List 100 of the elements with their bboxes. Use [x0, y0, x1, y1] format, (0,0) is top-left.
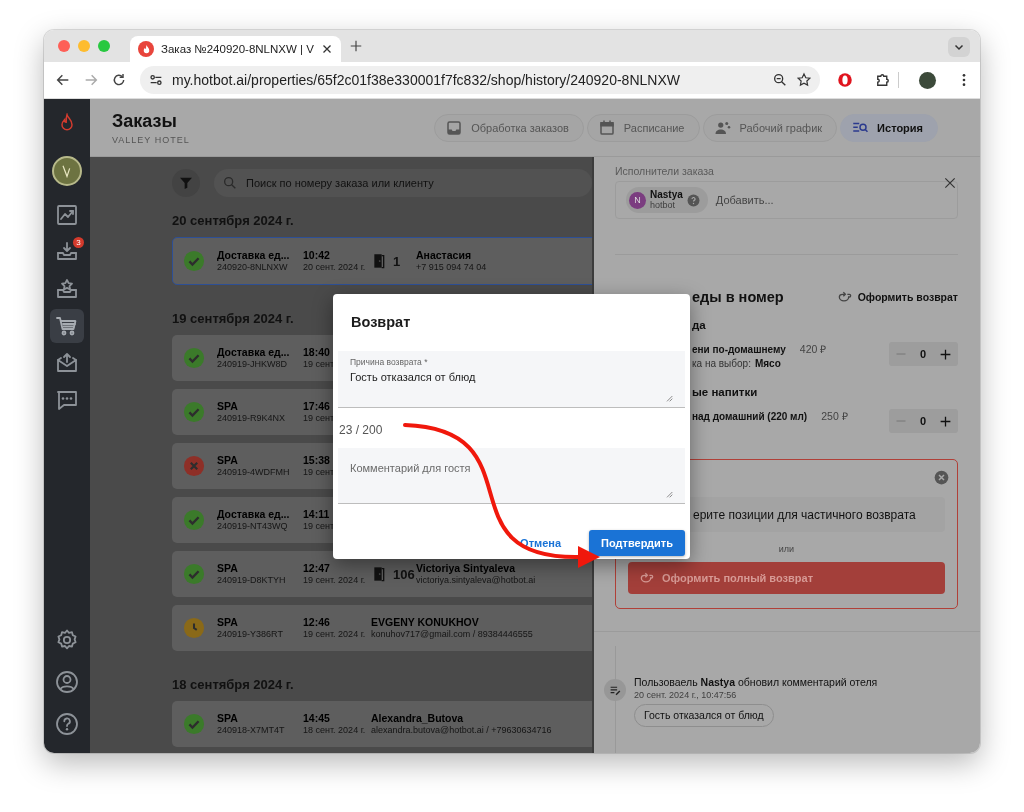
- avatar[interactable]: [919, 71, 936, 89]
- item-option: ка на выбор: Мясо: [692, 357, 889, 371]
- puzzle-icon: [874, 71, 892, 89]
- star-icon: [796, 72, 812, 88]
- quantity-value: 0: [919, 415, 927, 427]
- separator-text: или: [778, 544, 795, 554]
- quantity-stepper[interactable]: 0: [889, 342, 958, 366]
- order-code: 240919-D8KTYH: [217, 574, 286, 586]
- tab-title: Заказ №240920-8NLNXW | V: [161, 43, 314, 55]
- field-label: Причина возврата *: [350, 357, 429, 367]
- order-time: 14:11: [303, 508, 330, 520]
- service-name: Доставка ед...: [217, 249, 290, 261]
- quantity-stepper[interactable]: 0: [889, 409, 958, 433]
- service-name: SPA: [217, 454, 238, 466]
- field-placeholder: Добавить...: [715, 194, 774, 206]
- settings-icon: [55, 628, 79, 652]
- page-title: Заказы: [112, 110, 178, 132]
- quantity-value: 0: [919, 348, 927, 360]
- order-time: 18:40: [303, 346, 330, 358]
- search-placeholder: Поиск по номеру заказа или клиенту: [246, 177, 434, 189]
- order-code: 240919-4WDFMH: [217, 466, 290, 478]
- browser-tab[interactable]: Заказ №240920-8NLNXW | V: [130, 36, 341, 62]
- envelope-icon: [55, 350, 79, 375]
- client-contact: +7 915 094 74 04: [416, 261, 487, 273]
- nav-tab[interactable]: Рабочий график: [702, 113, 838, 142]
- order-code: 240919-R9K4NX: [217, 412, 286, 424]
- tray-star-icon: [55, 276, 79, 301]
- order-code: 240919-JHKW8D: [217, 358, 288, 370]
- order-time: 10:42: [303, 249, 330, 261]
- client-contact: alexandra.butova@hotbot.ai / +79630634716: [371, 724, 552, 736]
- service-name: Доставка ед...: [217, 346, 290, 358]
- section-title: еды в номер: [692, 289, 785, 305]
- help-icon: [55, 712, 79, 736]
- date-heading: 20 сентября 2024 г.: [172, 212, 294, 230]
- field-placeholder: Комментарий для гостя: [350, 462, 472, 474]
- order-time: 17:46: [303, 400, 330, 412]
- service-name: SPA: [217, 712, 238, 724]
- chevron-icon[interactable]: [948, 37, 970, 57]
- confirm-button[interactable]: Подтвердить: [589, 530, 685, 556]
- door-icon: [371, 252, 387, 270]
- service-name: SPA: [217, 616, 238, 628]
- client-name: EVGENY KONUKHOV: [371, 616, 479, 628]
- reason-field[interactable]: Причина возврата * Гость отказался от блюд: [338, 351, 685, 408]
- address-bar[interactable]: my.hotbot.ai/properties/65f2c01f38e330001f7fc832/shop/history/240920-8NLNXW: [140, 66, 820, 94]
- opera-icon: [836, 71, 854, 89]
- door-icon: [371, 565, 387, 583]
- client-name: Alexandra_Butova: [371, 712, 464, 724]
- room-number: 106: [393, 566, 415, 582]
- order-time: 14:45: [303, 712, 330, 724]
- order-code: 240920-8NLNXW: [217, 261, 288, 273]
- order-code: 240919-NT43WQ: [217, 520, 288, 532]
- search-field[interactable]: Поиск по номеру заказа или клиенту: [214, 169, 592, 197]
- client-contact: victoriya.sintyaleva@hotbot.ai: [416, 574, 536, 586]
- dialog-title: Возврат: [350, 313, 412, 331]
- client-name: Victoriya Sintyaleva: [416, 562, 516, 574]
- nav-tab[interactable]: Обработка заказов: [434, 113, 584, 142]
- refund-link[interactable]: Оформить возврат: [835, 289, 958, 305]
- client-name: Анастасия: [416, 249, 471, 261]
- item-name: над домашний (220 мл): [692, 411, 808, 422]
- date-heading: 19 сентября 2024 г.: [172, 310, 294, 328]
- executor-org: hotbot: [650, 200, 676, 210]
- help-icon: [686, 193, 700, 207]
- tray-icon: [445, 118, 464, 137]
- zoom-icon: [772, 72, 788, 88]
- field-label: Исполнители заказа: [615, 165, 715, 177]
- resize-handle-icon: [665, 490, 673, 498]
- executor-name: Nastya: [650, 190, 683, 200]
- order-time: 12:46: [303, 616, 330, 628]
- history-text: Пользоваель Nastya обновил комментарий отеля: [634, 676, 878, 689]
- comment-field[interactable]: Комментарий для гостя: [338, 448, 685, 504]
- field-value: Гость отказался от блюд: [350, 371, 477, 383]
- hotel-name: VALLEY HOTEL: [112, 134, 191, 145]
- client-contact: konuhov717@gmail.com / 89384446555: [371, 628, 533, 640]
- category-title: ые напитки: [692, 386, 759, 398]
- history-time: 20 сент. 2024 г., 10:47:56: [634, 689, 738, 702]
- nav-tab[interactable]: Расписание: [586, 113, 700, 142]
- nav-tab[interactable]: История: [840, 113, 938, 142]
- url-text: my.hotbot.ai/properties/65f2c01f38e330001f7fc832/shop/history/240920-8NLNXW: [172, 72, 681, 88]
- item-price: 420 ₽: [799, 343, 827, 355]
- order-code: 240918-X7MT4T: [217, 724, 285, 736]
- avatar[interactable]: [52, 156, 82, 186]
- service-name: SPA: [217, 400, 238, 412]
- character-counter: 23 / 200: [339, 423, 384, 439]
- order-time: 15:38: [303, 454, 330, 466]
- order-time: 12:47: [303, 562, 330, 574]
- site-settings-icon: [148, 72, 164, 88]
- calendar-icon: [597, 118, 616, 137]
- item-price: 250 ₽: [821, 410, 848, 422]
- chart-icon: [55, 202, 79, 227]
- search-icon: [222, 175, 238, 191]
- service-name: SPA: [217, 562, 238, 574]
- category-title: да: [692, 319, 707, 331]
- date-heading: 18 сентября 2024 г.: [172, 676, 294, 694]
- user-icon: [55, 670, 79, 694]
- sidebar-button[interactable]: 3: [50, 234, 84, 269]
- room-number: 1: [393, 253, 401, 269]
- notification-count: 3: [73, 236, 84, 248]
- sidebar-button[interactable]: [50, 308, 84, 343]
- item-name: ени по-домашнему: [692, 344, 786, 355]
- full-refund-button[interactable]: Оформить полный возврат: [628, 562, 945, 594]
